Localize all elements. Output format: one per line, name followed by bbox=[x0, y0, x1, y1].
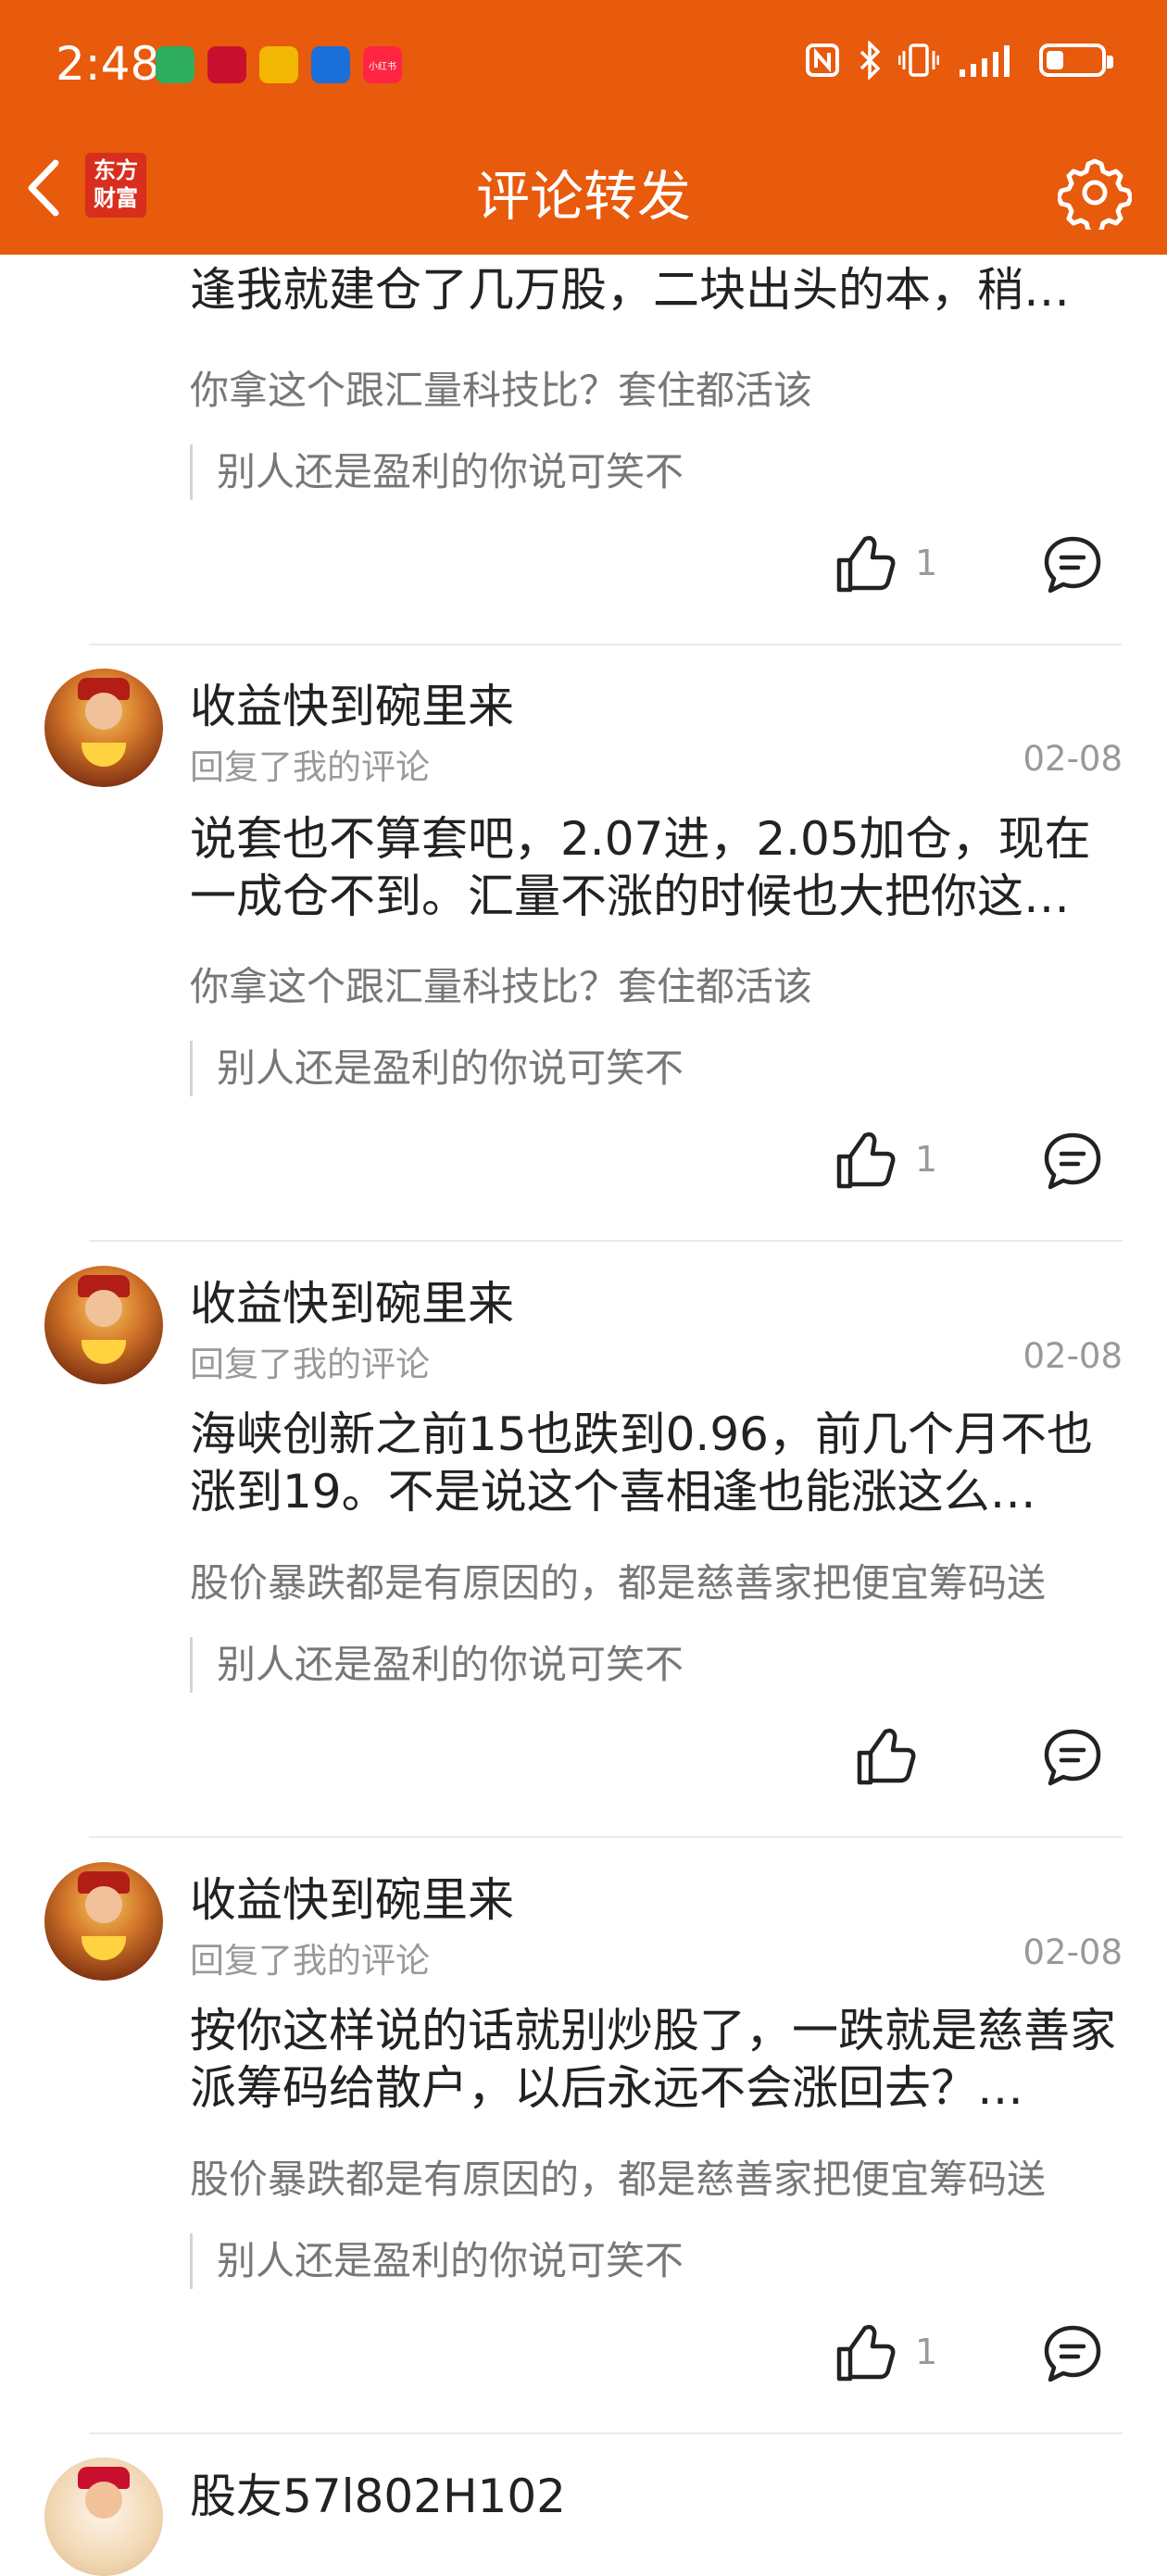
signal-icon bbox=[960, 45, 1010, 77]
original-comment-text: 股价暴跌都是有原因的，都是慈善家把便宜筹码送 bbox=[190, 2157, 1047, 2202]
app-icon bbox=[156, 46, 194, 83]
thumbs-up-icon bbox=[836, 535, 896, 593]
divider bbox=[89, 1240, 1123, 1242]
notification-icons: 小红书 bbox=[156, 46, 402, 83]
quoted-text: 别人还是盈利的你说可笑不 bbox=[190, 2233, 684, 2289]
thumbs-up-icon bbox=[836, 2324, 896, 2382]
gear-icon bbox=[1058, 158, 1132, 230]
avatar[interactable] bbox=[44, 669, 163, 787]
nfc-icon bbox=[806, 44, 839, 77]
reply-button[interactable] bbox=[1042, 1727, 1103, 1788]
battery-icon bbox=[1039, 44, 1113, 77]
app-header: 2:48 小红书 东方 财富 评论转发 bbox=[0, 0, 1167, 255]
vibrate-icon bbox=[898, 44, 939, 77]
thumbs-up-icon bbox=[857, 1728, 916, 1785]
reply-label: 回复了我的评论 bbox=[190, 1941, 430, 1981]
comment-bubble-icon bbox=[1044, 1729, 1101, 1786]
comment-bubble-icon bbox=[1044, 536, 1101, 594]
comment-text[interactable]: 按你这样说的话就别炒股了，一跌就是慈善家派筹码给散户，以后永远不会涨回去？… bbox=[190, 2002, 1116, 2117]
avatar[interactable] bbox=[44, 1266, 163, 1384]
avatar[interactable] bbox=[44, 2457, 163, 2576]
reply-button[interactable] bbox=[1042, 1131, 1103, 1192]
quoted-text: 别人还是盈利的你说可笑不 bbox=[190, 1637, 684, 1693]
original-comment-text: 你拿这个跟汇量科技比？套住都活该 bbox=[190, 368, 813, 413]
like-button[interactable] bbox=[854, 1725, 919, 1790]
like-count: 1 bbox=[915, 543, 938, 583]
reply-button[interactable] bbox=[1042, 534, 1103, 595]
thumbs-up-icon bbox=[836, 1132, 896, 1189]
comment-text[interactable]: 说套也不算套吧，2.07进，2.05加仓，现在一成仓不到。汇量不涨的时候也大把你… bbox=[190, 810, 1116, 925]
reply-label: 回复了我的评论 bbox=[190, 1344, 430, 1384]
bluetooth-icon bbox=[860, 41, 881, 80]
original-comment-text: 股价暴跌都是有原因的，都是慈善家把便宜筹码送 bbox=[190, 1560, 1047, 1606]
username[interactable]: 股友57l802H102 bbox=[190, 2459, 566, 2526]
reply-button[interactable] bbox=[1042, 2323, 1103, 2384]
comment-date: 02-08 bbox=[1023, 1932, 1123, 1972]
status-time: 2:48 bbox=[56, 37, 160, 91]
like-button[interactable] bbox=[834, 532, 898, 597]
comment-text[interactable]: 海峡创新之前15也跌到0.96，前几个月不也涨到19。不是说这个喜相逢也能涨这么… bbox=[190, 1406, 1116, 1520]
comment-bubble-icon bbox=[1044, 2325, 1101, 2382]
divider bbox=[89, 644, 1123, 645]
like-button[interactable] bbox=[834, 2321, 898, 2386]
username[interactable]: 收益快到碗里来 bbox=[190, 1863, 514, 1930]
page-title: 评论转发 bbox=[475, 165, 691, 228]
app-icon bbox=[207, 46, 246, 83]
system-status bbox=[804, 41, 1113, 80]
like-count: 1 bbox=[915, 2332, 938, 2372]
reply-label: 回复了我的评论 bbox=[190, 747, 430, 787]
mail-icon bbox=[259, 46, 298, 83]
divider bbox=[89, 1836, 1123, 1838]
divider bbox=[89, 2432, 1123, 2434]
app-icon bbox=[311, 46, 350, 83]
like-count: 1 bbox=[915, 1139, 938, 1180]
comment-bubble-icon bbox=[1044, 1132, 1101, 1190]
avatar[interactable] bbox=[44, 1862, 163, 1981]
comment-date: 02-08 bbox=[1023, 739, 1123, 779]
quoted-text: 别人还是盈利的你说可笑不 bbox=[190, 1041, 684, 1096]
username[interactable]: 收益快到碗里来 bbox=[190, 669, 514, 736]
username[interactable]: 收益快到碗里来 bbox=[190, 1267, 514, 1333]
comment-date: 02-08 bbox=[1023, 1336, 1123, 1376]
xiaohongshu-icon: 小红书 bbox=[363, 46, 402, 83]
original-comment-text: 你拿这个跟汇量科技比？套住都活该 bbox=[190, 964, 813, 1009]
like-button[interactable] bbox=[834, 1129, 898, 1194]
settings-button[interactable] bbox=[1058, 156, 1132, 230]
quoted-text: 别人还是盈利的你说可笑不 bbox=[190, 444, 684, 500]
